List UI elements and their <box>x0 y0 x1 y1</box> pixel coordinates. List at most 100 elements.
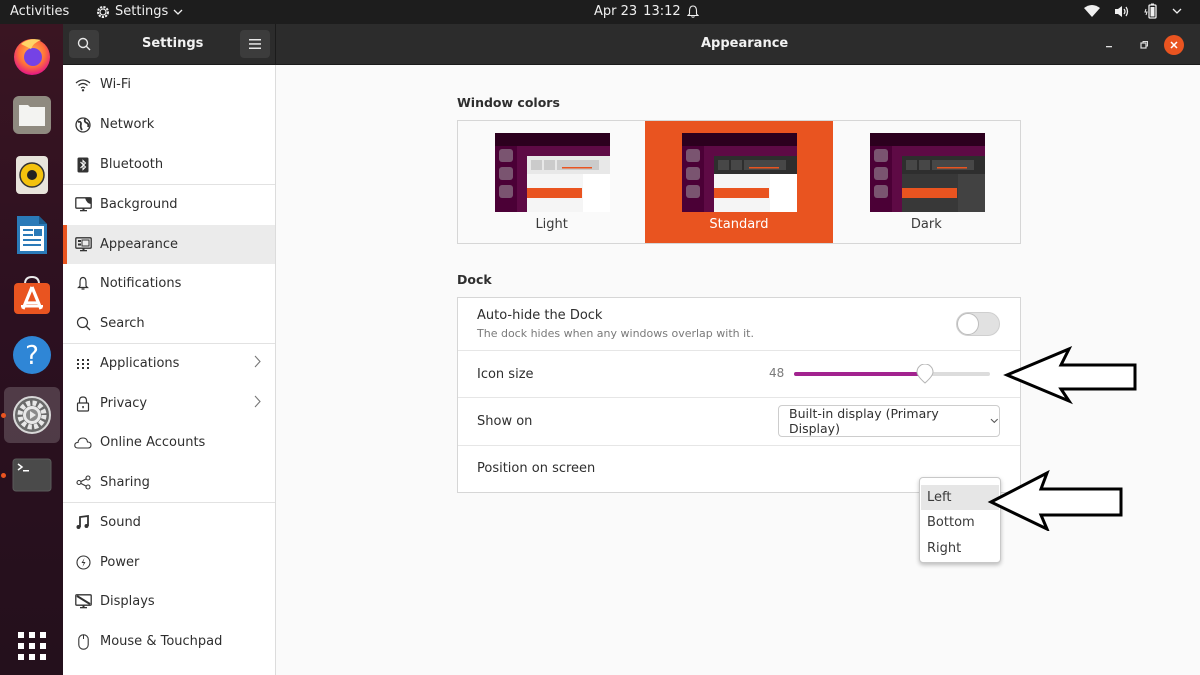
slider-fill <box>794 372 925 376</box>
chevron-right-icon <box>254 355 261 372</box>
light-theme-preview <box>495 133 610 212</box>
sidebar-item-label: Search <box>100 316 145 331</box>
sidebar-item-appearance[interactable]: Appearance <box>63 225 275 264</box>
help-icon: ? <box>13 336 51 374</box>
dock-settings-list: Auto-hide the Dock The dock hides when a… <box>457 297 1021 493</box>
sidebar: Wi-Fi Network Bluetooth Background Appea… <box>63 65 276 675</box>
dock: ? <box>0 24 63 675</box>
color-option-standard[interactable]: Standard <box>645 121 833 243</box>
dock-item-terminal[interactable] <box>1 447 60 503</box>
settings-gear-icon <box>97 5 109 18</box>
sidebar-item-label: Sharing <box>100 475 150 490</box>
auto-hide-label: Auto-hide the Dock <box>477 308 603 323</box>
music-note-icon <box>74 514 92 532</box>
icon-size-label: Icon size <box>477 367 534 382</box>
sidebar-item-sharing[interactable]: Sharing <box>63 463 275 502</box>
show-on-value: Built-in display (Primary Display) <box>789 406 939 436</box>
time: 13:12 <box>643 4 681 19</box>
activities-button[interactable]: Activities <box>10 4 69 19</box>
dock-item-firefox[interactable] <box>4 27 60 83</box>
dock-item-software[interactable] <box>4 267 60 323</box>
toggle-knob <box>957 313 979 335</box>
clock[interactable]: Apr 23 13:12 <box>594 4 699 19</box>
settings-window: Settings Appearance Wi-Fi Network Blueto… <box>63 24 1200 675</box>
position-option-right[interactable]: Right <box>921 536 999 561</box>
lock-icon <box>74 395 92 413</box>
date: Apr 23 <box>594 4 638 19</box>
sidebar-item-bluetooth[interactable]: Bluetooth <box>63 145 275 184</box>
system-tray[interactable] <box>1084 3 1182 19</box>
sidebar-item-background[interactable]: Background <box>63 185 275 224</box>
show-on-row: Show on Built-in display (Primary Displa… <box>458 398 1020 446</box>
app-menu[interactable]: Settings <box>96 4 183 19</box>
sidebar-item-notifications[interactable]: Notifications <box>63 264 275 303</box>
settings-icon <box>13 396 51 434</box>
close-button[interactable] <box>1164 35 1184 55</box>
sidebar-item-search[interactable]: Search <box>63 304 275 343</box>
annotation-arrow-icon-size <box>1003 346 1137 405</box>
wifi-icon <box>74 76 92 94</box>
dock-item-writer[interactable] <box>4 207 60 263</box>
dock-item-settings[interactable] <box>1 387 60 443</box>
sidebar-item-applications[interactable]: Applications <box>63 344 275 383</box>
sidebar-item-displays[interactable]: Displays <box>63 582 275 621</box>
hamburger-menu-icon <box>249 39 261 49</box>
sidebar-item-label: Online Accounts <box>100 435 206 450</box>
dock-heading: Dock <box>457 272 492 287</box>
sidebar-item-label: Sound <box>100 515 141 530</box>
show-on-label: Show on <box>477 414 533 429</box>
search-button[interactable] <box>69 30 99 58</box>
sidebar-item-power[interactable]: Power <box>63 543 275 582</box>
dock-item-help[interactable]: ? <box>4 327 60 383</box>
search-icon <box>74 315 92 333</box>
writer-icon <box>17 216 47 254</box>
icon-size-slider[interactable] <box>794 364 990 384</box>
app-menu-label: Settings <box>115 4 169 19</box>
auto-hide-description: The dock hides when any windows overlap … <box>477 327 754 340</box>
bell-icon <box>74 275 92 293</box>
app-grid-icon <box>18 632 46 660</box>
color-option-light[interactable]: Light <box>458 121 645 243</box>
appearance-icon <box>74 236 92 254</box>
icon-size-row: Icon size 48 <box>458 351 1020 398</box>
sidebar-title: Settings <box>142 36 204 51</box>
show-apps-button[interactable] <box>17 631 47 665</box>
slider-handle[interactable] <box>916 364 934 384</box>
chevron-down-icon <box>173 9 183 15</box>
appearance-panel: Window colors Light Standard Dark Dock A… <box>277 65 1200 675</box>
dock-item-files[interactable] <box>4 87 60 143</box>
show-on-dropdown[interactable]: Built-in display (Primary Display) <box>778 405 1000 437</box>
system-menu-chevron-icon <box>1172 8 1182 14</box>
sidebar-item-privacy[interactable]: Privacy <box>63 384 275 423</box>
sidebar-item-label: Notifications <box>100 276 182 291</box>
alarm-bell-icon <box>686 5 699 18</box>
battery-icon <box>1144 3 1157 19</box>
wifi-icon <box>1084 5 1100 17</box>
auto-hide-toggle[interactable] <box>956 312 1000 336</box>
auto-hide-row: Auto-hide the Dock The dock hides when a… <box>458 298 1020 351</box>
window-colors-selector: Light Standard Dark <box>457 120 1021 244</box>
sidebar-item-label: Bluetooth <box>100 157 164 172</box>
color-option-dark[interactable]: Dark <box>833 121 1020 243</box>
sidebar-item-wifi[interactable]: Wi-Fi <box>63 65 275 104</box>
annotation-arrow-position-bottom <box>987 469 1123 531</box>
top-bar: Activities Settings Apr 23 13:12 <box>0 0 1200 24</box>
terminal-icon <box>12 458 52 492</box>
background-icon <box>74 196 92 214</box>
search-icon <box>77 37 91 51</box>
sidebar-item-mouse-touchpad[interactable]: Mouse & Touchpad <box>63 622 275 661</box>
restore-icon <box>1140 41 1148 49</box>
dock-item-rhythmbox[interactable] <box>4 147 60 203</box>
sidebar-item-label: Power <box>100 555 140 570</box>
main-menu-button[interactable] <box>240 30 270 58</box>
minimize-button[interactable] <box>1099 35 1119 55</box>
sidebar-item-online-accounts[interactable]: Online Accounts <box>63 423 275 462</box>
sidebar-item-sound[interactable]: Sound <box>63 503 275 542</box>
color-option-label: Standard <box>709 217 769 232</box>
maximize-button[interactable] <box>1134 35 1154 55</box>
sidebar-item-label: Applications <box>100 356 180 371</box>
color-option-label: Light <box>535 217 568 232</box>
sidebar-item-label: Network <box>100 117 155 132</box>
chevron-down-icon <box>990 418 999 424</box>
sidebar-item-network[interactable]: Network <box>63 105 275 144</box>
